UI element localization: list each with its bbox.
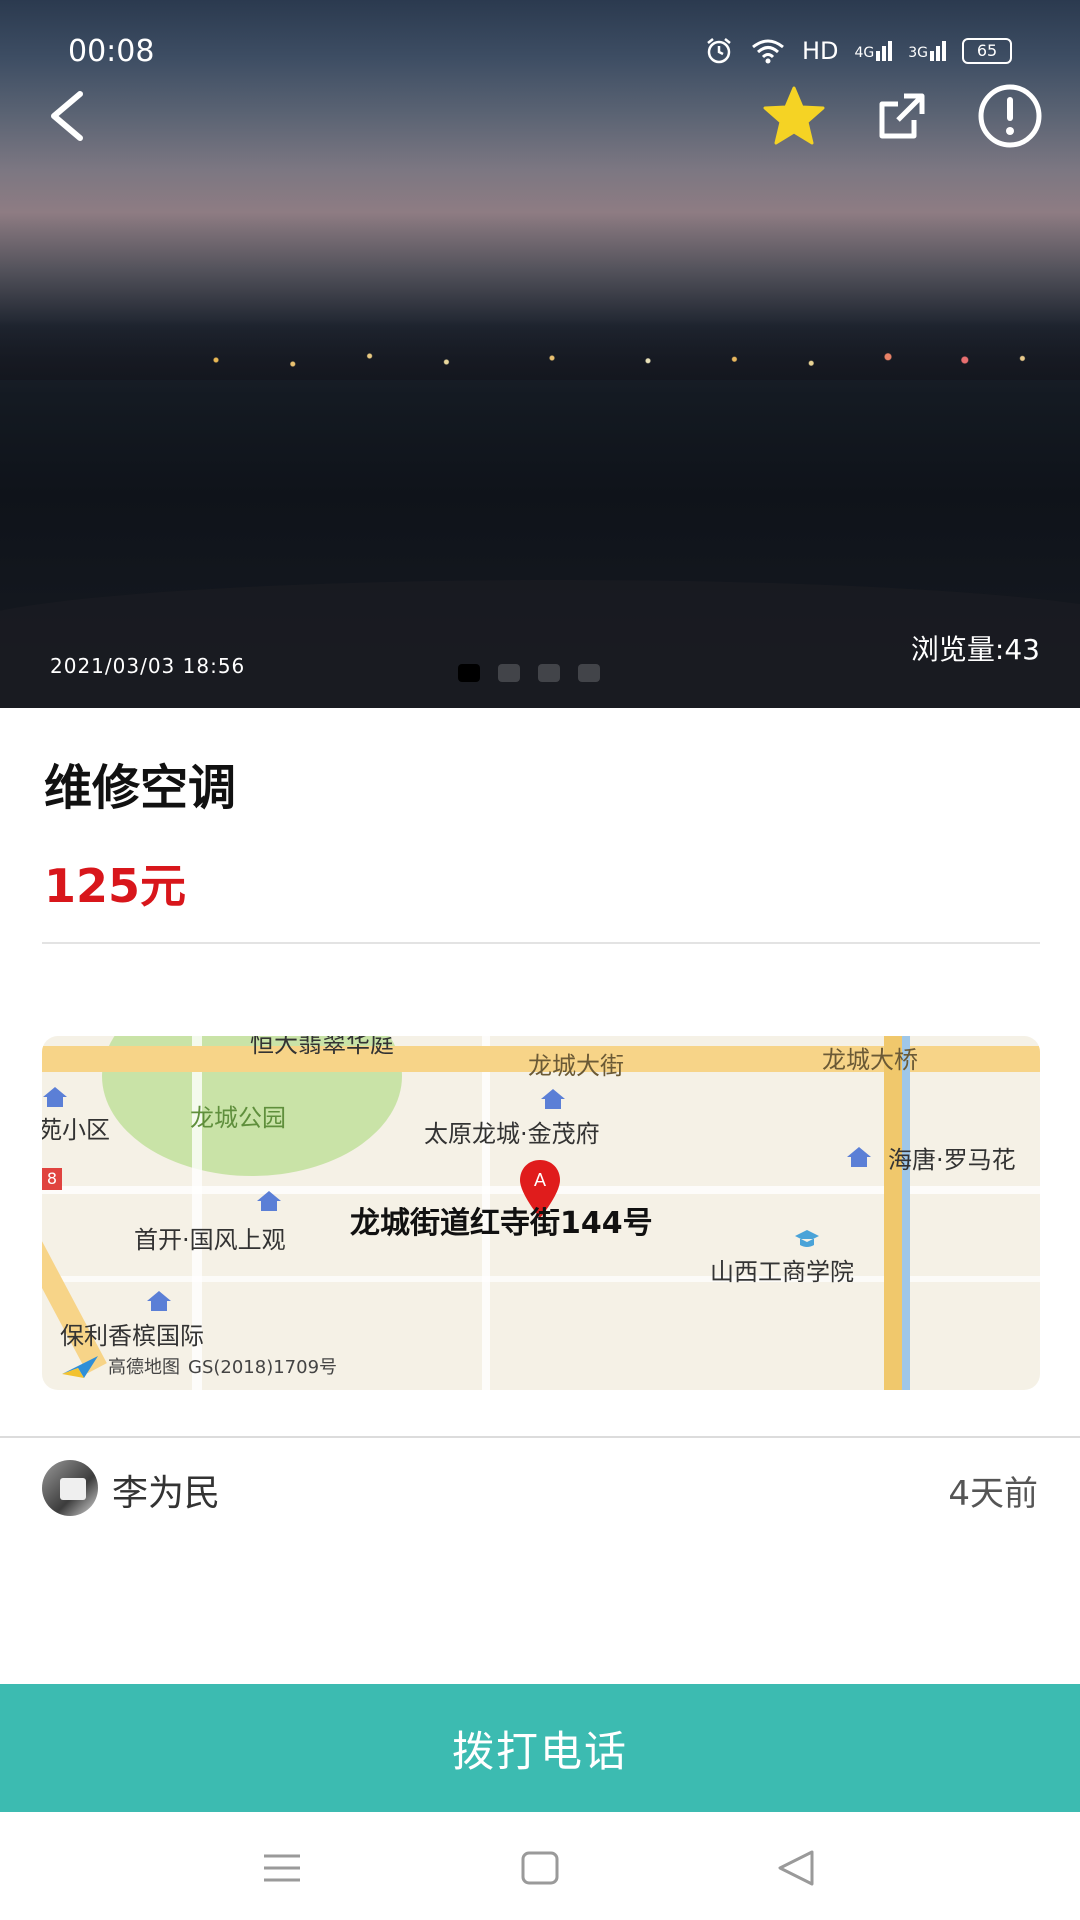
nav-back-button[interactable]	[766, 1838, 826, 1898]
call-button[interactable]: 拨打电话	[0, 1684, 1080, 1812]
star-icon	[763, 86, 825, 145]
carousel-dot[interactable]	[578, 664, 600, 682]
school-poi-icon	[795, 1230, 819, 1247]
map-label: 龙城公园	[190, 1104, 286, 1132]
nav-home-button[interactable]	[510, 1838, 570, 1898]
wifi-icon	[752, 39, 784, 64]
map-label: 龙城大街	[528, 1052, 624, 1080]
alarm-icon	[707, 38, 731, 64]
map-address-label: 龙城街道红寺街144号	[350, 1206, 653, 1241]
report-button[interactable]	[970, 76, 1050, 156]
map-attribution: 高德地图 GS(2018)1709号	[60, 1352, 337, 1380]
chevron-left-icon	[51, 91, 83, 141]
listing-price: 125元	[44, 859, 187, 913]
divider	[0, 1436, 1080, 1438]
share-button[interactable]	[862, 76, 942, 156]
carousel-indicator[interactable]	[458, 664, 600, 682]
carousel-dot[interactable]	[538, 664, 560, 682]
carousel-dot[interactable]	[498, 664, 520, 682]
carousel-dot[interactable]	[458, 664, 480, 682]
map-label: 山西工商学院	[710, 1258, 854, 1286]
battery-icon: 65	[962, 38, 1012, 64]
map-label: 太原龙城·金茂府	[424, 1120, 600, 1148]
signal-4g-icon: 4G	[854, 41, 893, 61]
alert-circle-icon	[978, 84, 1042, 148]
status-time: 00:08	[68, 34, 155, 69]
map-provider: 高德地图	[108, 1357, 180, 1378]
map-poi-icon	[147, 1291, 171, 1311]
map-poi-icon	[43, 1087, 67, 1107]
home-square-icon	[521, 1851, 559, 1885]
map-label: 苑小区	[42, 1116, 110, 1144]
map-river	[902, 1036, 910, 1390]
map-badge: 8	[42, 1168, 62, 1190]
map-label: 恒大翡翠华庭	[250, 1036, 394, 1058]
photo-timestamp: 2021/03/03 18:56	[50, 654, 246, 678]
map-label: 首开·国风上观	[134, 1226, 286, 1254]
map-poi-icon	[257, 1191, 281, 1211]
view-count: 浏览量:43	[910, 633, 1040, 666]
map-label: 海唐·罗马花	[888, 1146, 1016, 1174]
divider	[42, 942, 1040, 944]
amap-logo-icon	[62, 1356, 98, 1378]
map-license: GS(2018)1709号	[188, 1357, 338, 1378]
signal-3g-icon: 3G	[908, 41, 946, 61]
map-poi-icon	[541, 1089, 565, 1109]
listing-detail-screen: 00:08 HD 4G 3G 65 2021/03/03 18:56 浏览量:4…	[0, 0, 1080, 1920]
back-triangle-icon	[778, 1850, 814, 1886]
status-icons: HD 4G 3G 65	[704, 36, 1012, 66]
photo-city-lights	[120, 340, 1080, 380]
listing-photo[interactable]: 00:08 HD 4G 3G 65 2021/03/03 18:56 浏览量:4…	[0, 0, 1080, 708]
map-pin-letter: A	[534, 1170, 546, 1190]
location-map[interactable]: 恒大翡翠华庭 龙城大街 龙城大桥 龙城公园 太原龙城·金茂府 海唐·罗马花 苑小…	[42, 1036, 1040, 1390]
menu-icon	[264, 1854, 300, 1882]
nav-menu-button[interactable]	[252, 1838, 312, 1898]
map-label: 龙城大桥	[822, 1046, 918, 1074]
favorite-button[interactable]	[754, 76, 834, 156]
back-button[interactable]	[26, 76, 106, 156]
avatar[interactable]	[42, 1460, 98, 1516]
author-name[interactable]: 李为民	[112, 1464, 220, 1516]
call-button-label: 拨打电话	[451, 1726, 628, 1776]
system-nav-bar	[0, 1812, 1080, 1920]
map-label: 保利香槟国际	[60, 1322, 204, 1350]
post-time: 4天前	[948, 1474, 1038, 1514]
map-poi-icon	[847, 1147, 871, 1167]
hd-label: HD	[801, 37, 839, 65]
share-icon	[879, 93, 925, 139]
listing-title: 维修空调	[44, 760, 237, 816]
